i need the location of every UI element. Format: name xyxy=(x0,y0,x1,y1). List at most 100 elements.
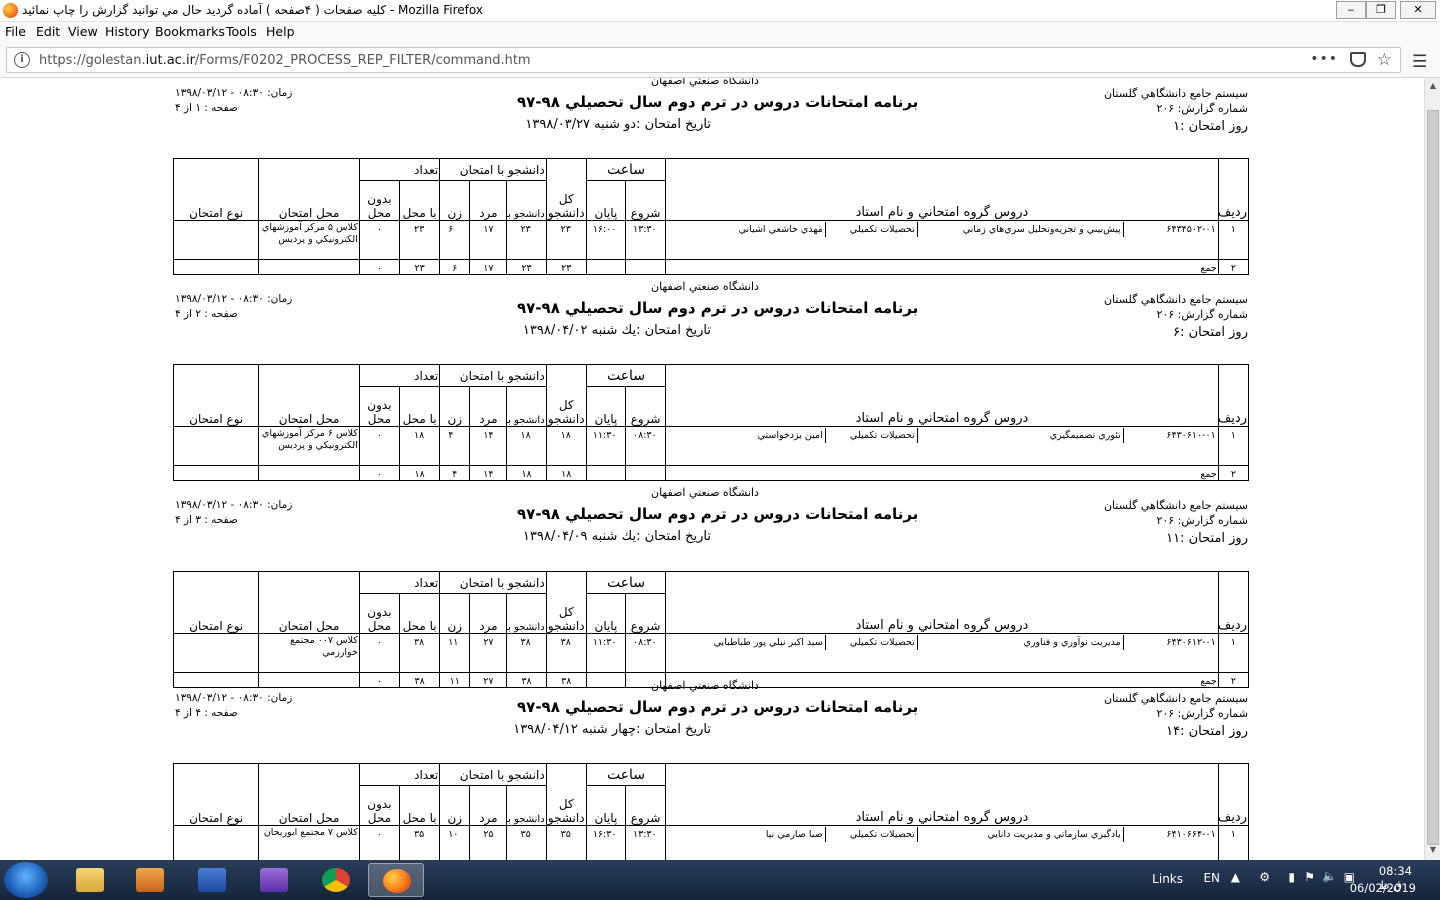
volume-icon[interactable]: 🔈 xyxy=(1322,869,1337,883)
sum-label: جمع xyxy=(665,465,1219,481)
menu-view[interactable]: View xyxy=(68,24,98,39)
table-row: كلاس ۷ مجتمع ابوريحان ۰ ۳۵ ۱۰ ۲۵ ۳۵ ۳۵ ۱… xyxy=(172,825,1250,860)
report-number: شماره گزارش: ۲۰۶ xyxy=(1156,308,1248,321)
show-hidden-icons[interactable]: ▲ xyxy=(1231,870,1240,884)
col-male: مرد xyxy=(469,386,508,427)
sum-empty xyxy=(585,672,627,688)
taskbar-firefox[interactable] xyxy=(368,863,424,897)
course-cell: ۶۴۳۰۶۱۰-۰۱ تئوري تصميمگيري تحصيلات تكميل… xyxy=(665,426,1219,466)
taskbar-file-explorer[interactable] xyxy=(62,863,118,897)
menu-tools[interactable]: Tools xyxy=(226,24,257,39)
menu-file[interactable]: File xyxy=(5,24,26,39)
clock-date[interactable]: 06/02/2019 xyxy=(1350,881,1416,895)
system-name: سيستم جامع دانشگاهي گلستان xyxy=(1103,87,1248,100)
col-no-place: بدون محل xyxy=(358,386,401,427)
tray-app-icon[interactable]: ⚙ xyxy=(1259,870,1270,884)
col-row: رديف xyxy=(1217,158,1250,221)
col-total-students: كل دانشجو xyxy=(545,158,587,221)
col-with-place: با محل xyxy=(399,593,441,634)
col-row: رديف xyxy=(1217,364,1250,427)
vertical-scrollbar[interactable]: ▲ ▼ xyxy=(1424,78,1440,860)
col-exam-place: محل امتحان xyxy=(258,158,360,221)
col-total-exam: دانشجو با امتحان xyxy=(506,593,547,634)
scroll-down-icon[interactable]: ▼ xyxy=(1427,845,1439,857)
taskbar-chrome[interactable] xyxy=(308,863,364,897)
sum-with-place: ۲۳ xyxy=(399,259,441,275)
report-number: شماره گزارش: ۲۰۶ xyxy=(1156,707,1248,720)
female-cell: ۱۰ xyxy=(439,825,471,860)
col-total-students: كل دانشجو xyxy=(545,571,587,634)
links-toolbar[interactable]: Links xyxy=(1152,872,1183,886)
restore-button[interactable]: ❐ xyxy=(1366,1,1396,19)
sum-total: ۱۸ xyxy=(545,465,587,481)
menu-bookmarks[interactable]: Bookmarks xyxy=(155,24,225,39)
sum-with-exam: ۲۳ xyxy=(506,259,547,275)
taskbar-visual-studio[interactable] xyxy=(246,863,302,897)
sum-male: ۲۷ xyxy=(469,672,508,688)
table-row: كلاس ۶ مركز آموزشهاي الكترونيكي و پرديس … xyxy=(172,426,1250,466)
menu-help[interactable]: Help xyxy=(266,24,295,39)
taskbar-word[interactable] xyxy=(184,863,240,897)
col-course: دروس گروه امتحاني و نام استاد xyxy=(665,364,1219,427)
sum-row-number: ۲ xyxy=(1217,259,1250,275)
hamburger-menu-icon[interactable]: ☰ xyxy=(1412,52,1428,72)
col-female: زن xyxy=(439,386,471,427)
col-female: زن xyxy=(439,785,471,826)
menu-edit[interactable]: Edit xyxy=(36,24,60,39)
with-place-cell: ۱۸ xyxy=(399,426,441,466)
divider xyxy=(916,222,918,237)
exam-table: نوع امتحان محل امتحان تعداد دانشجو با ام… xyxy=(172,763,1250,860)
exam-type-cell xyxy=(172,633,260,673)
sum-empty xyxy=(172,465,260,481)
report-time: زمان: ۰۸:۳۰ - ۱۳۹۸/۰۳/۱۲ xyxy=(175,87,293,99)
col-with-place: با محل xyxy=(399,180,441,221)
col-total-students: كل دانشجو xyxy=(545,364,587,427)
sum-empty xyxy=(258,259,360,275)
col-exam-type: نوع امتحان xyxy=(172,571,260,634)
page-actions-icon[interactable]: ••• xyxy=(1310,51,1338,67)
col-no-place: بدون محل xyxy=(358,593,401,634)
teacher-name: سيد اكبر نيلي پور طباطبايي xyxy=(713,637,823,648)
course-level: تحصيلات تكميلي xyxy=(849,224,915,235)
course-title: مديريت نوآوري و فناوري xyxy=(1023,637,1121,648)
sum-female: ۴ xyxy=(439,465,471,481)
sum-total: ۲۳ xyxy=(545,259,587,275)
sum-empty xyxy=(624,465,667,481)
sum-no-place: ۰ xyxy=(358,259,401,275)
taskbar-media-player[interactable] xyxy=(122,863,178,897)
close-button[interactable]: ✕ xyxy=(1400,1,1436,19)
bookmark-star-icon[interactable]: ☆ xyxy=(1377,50,1392,70)
visual-studio-icon xyxy=(260,868,288,892)
start-button[interactable] xyxy=(4,862,48,898)
network-icon[interactable]: ▮ xyxy=(1288,870,1295,884)
exam-date: تاريخ امتحان :يك شنبه ۱۳۹۸/۰۴/۰۲ xyxy=(522,323,711,338)
exam-day: روز امتحان :۱۱ xyxy=(1166,531,1248,546)
university-name: دانشگاه صنعتي اصفهان xyxy=(651,78,759,87)
start-cell: ۰۸:۳۰ xyxy=(624,633,667,673)
sum-with-place: ۳۸ xyxy=(399,672,441,688)
col-exam-type: نوع امتحان xyxy=(172,364,260,427)
flag-icon[interactable]: ⚑ xyxy=(1304,870,1315,884)
url-bar[interactable]: i https://golestan.iut.ac.ir/Forms/F0202… xyxy=(6,47,1401,73)
col-male: مرد xyxy=(469,180,508,221)
divider xyxy=(916,635,918,650)
col-row: رديف xyxy=(1217,763,1250,826)
course-title: يادگيري سازماني و مديريت دانايي xyxy=(987,829,1121,840)
site-info-icon[interactable]: i xyxy=(14,52,30,68)
col-male: مرد xyxy=(469,593,508,634)
url-text[interactable]: https://golestan.iut.ac.ir/Forms/F0202_P… xyxy=(39,53,531,68)
sum-row: ۰ ۱۸ ۴ ۱۴ ۱۸ ۱۸ جمع ۲ xyxy=(172,465,1250,481)
col-start: شروع xyxy=(624,593,667,634)
language-indicator[interactable]: EN xyxy=(1203,871,1220,885)
system-name: سيستم جامع دانشگاهي گلستان xyxy=(1103,692,1248,705)
minimize-button[interactable]: ‒ xyxy=(1336,1,1366,19)
col-with-exam: دانشجو با امتحان xyxy=(439,763,547,786)
col-start: شروع xyxy=(624,386,667,427)
scroll-up-icon[interactable]: ▲ xyxy=(1427,81,1439,93)
table-row: كلاس ۵ مركز آموزشهاي الكترونيكي و پرديس … xyxy=(172,220,1250,260)
menu-history[interactable]: History xyxy=(105,24,149,39)
divider xyxy=(916,428,918,443)
scrollbar-thumb[interactable] xyxy=(1427,110,1439,845)
pocket-icon[interactable] xyxy=(1350,52,1366,67)
sum-with-exam: ۱۸ xyxy=(506,465,547,481)
